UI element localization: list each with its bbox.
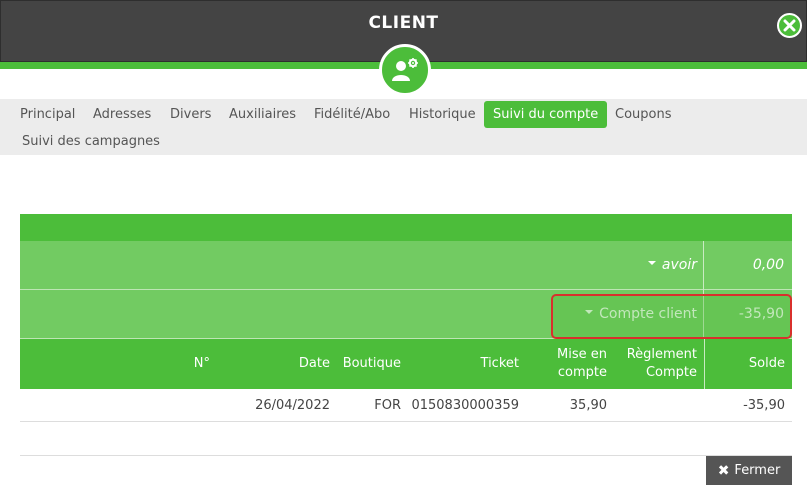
tab-historique[interactable]: Historique — [400, 101, 485, 128]
fermer-label: Fermer — [734, 463, 781, 478]
table-header-row: N° Date Boutique Ticket Mise en compte R… — [20, 339, 792, 389]
column-divider — [703, 241, 704, 290]
avoir-toggle[interactable]: avoir — [647, 241, 697, 290]
dialog-title: CLIENT — [368, 13, 439, 33]
col-numero: N° — [193, 356, 210, 371]
col-ticket: Ticket — [480, 356, 519, 371]
cell-mise-en-compte: 35,90 — [569, 398, 607, 413]
cell-date: 26/04/2022 — [255, 398, 330, 413]
tab-fidelite-abo[interactable]: Fidélité/Abo — [305, 101, 399, 128]
caret-down-icon — [647, 261, 656, 265]
col-boutique: Boutique — [342, 356, 401, 371]
cell-solde: -35,90 — [743, 398, 785, 413]
account-table: avoir 0,00 Compte client -35,90 N° Date … — [20, 214, 792, 422]
tab-auxiliaires[interactable]: Auxiliaires — [220, 101, 305, 128]
tab-divers[interactable]: Divers — [161, 101, 220, 128]
col-mise-en-compte-line1: Mise en — [557, 347, 607, 362]
tab-suivi-des-campagnes[interactable]: Suivi des campagnes — [13, 128, 169, 155]
compte-client-highlight — [551, 294, 792, 339]
close-button[interactable] — [777, 13, 802, 38]
table-row[interactable]: 26/04/2022 FOR 0150830000359 35,90 -35,9… — [20, 389, 792, 422]
col-reglement-line1: Règlement — [626, 347, 697, 362]
cell-ticket: 0150830000359 — [411, 398, 519, 413]
client-avatar — [379, 44, 431, 96]
avoir-row: avoir 0,00 — [20, 241, 792, 290]
col-reglement-line2: Compte — [645, 365, 697, 380]
col-solde: Solde — [748, 356, 785, 371]
column-divider — [704, 339, 705, 389]
cell-boutique: FOR — [374, 398, 401, 413]
tab-suivi-du-compte[interactable]: Suivi du compte — [484, 101, 608, 128]
col-mise-en-compte-line2: compte — [557, 365, 607, 380]
user-gear-icon — [392, 58, 418, 81]
x-icon: ✖ — [717, 462, 730, 479]
close-icon — [783, 19, 796, 32]
col-date: Date — [298, 356, 330, 371]
table-top-bar — [20, 214, 792, 241]
tab-coupons[interactable]: Coupons — [606, 101, 681, 128]
footer-divider — [20, 455, 792, 456]
tab-principal[interactable]: Principal — [11, 101, 84, 128]
tab-bar: Principal Adresses Divers Auxiliaires Fi… — [0, 99, 807, 155]
avoir-label: avoir — [661, 257, 697, 273]
tab-adresses[interactable]: Adresses — [84, 101, 160, 128]
fermer-button[interactable]: ✖ Fermer — [706, 456, 792, 485]
avoir-value: 0,00 — [752, 257, 784, 273]
